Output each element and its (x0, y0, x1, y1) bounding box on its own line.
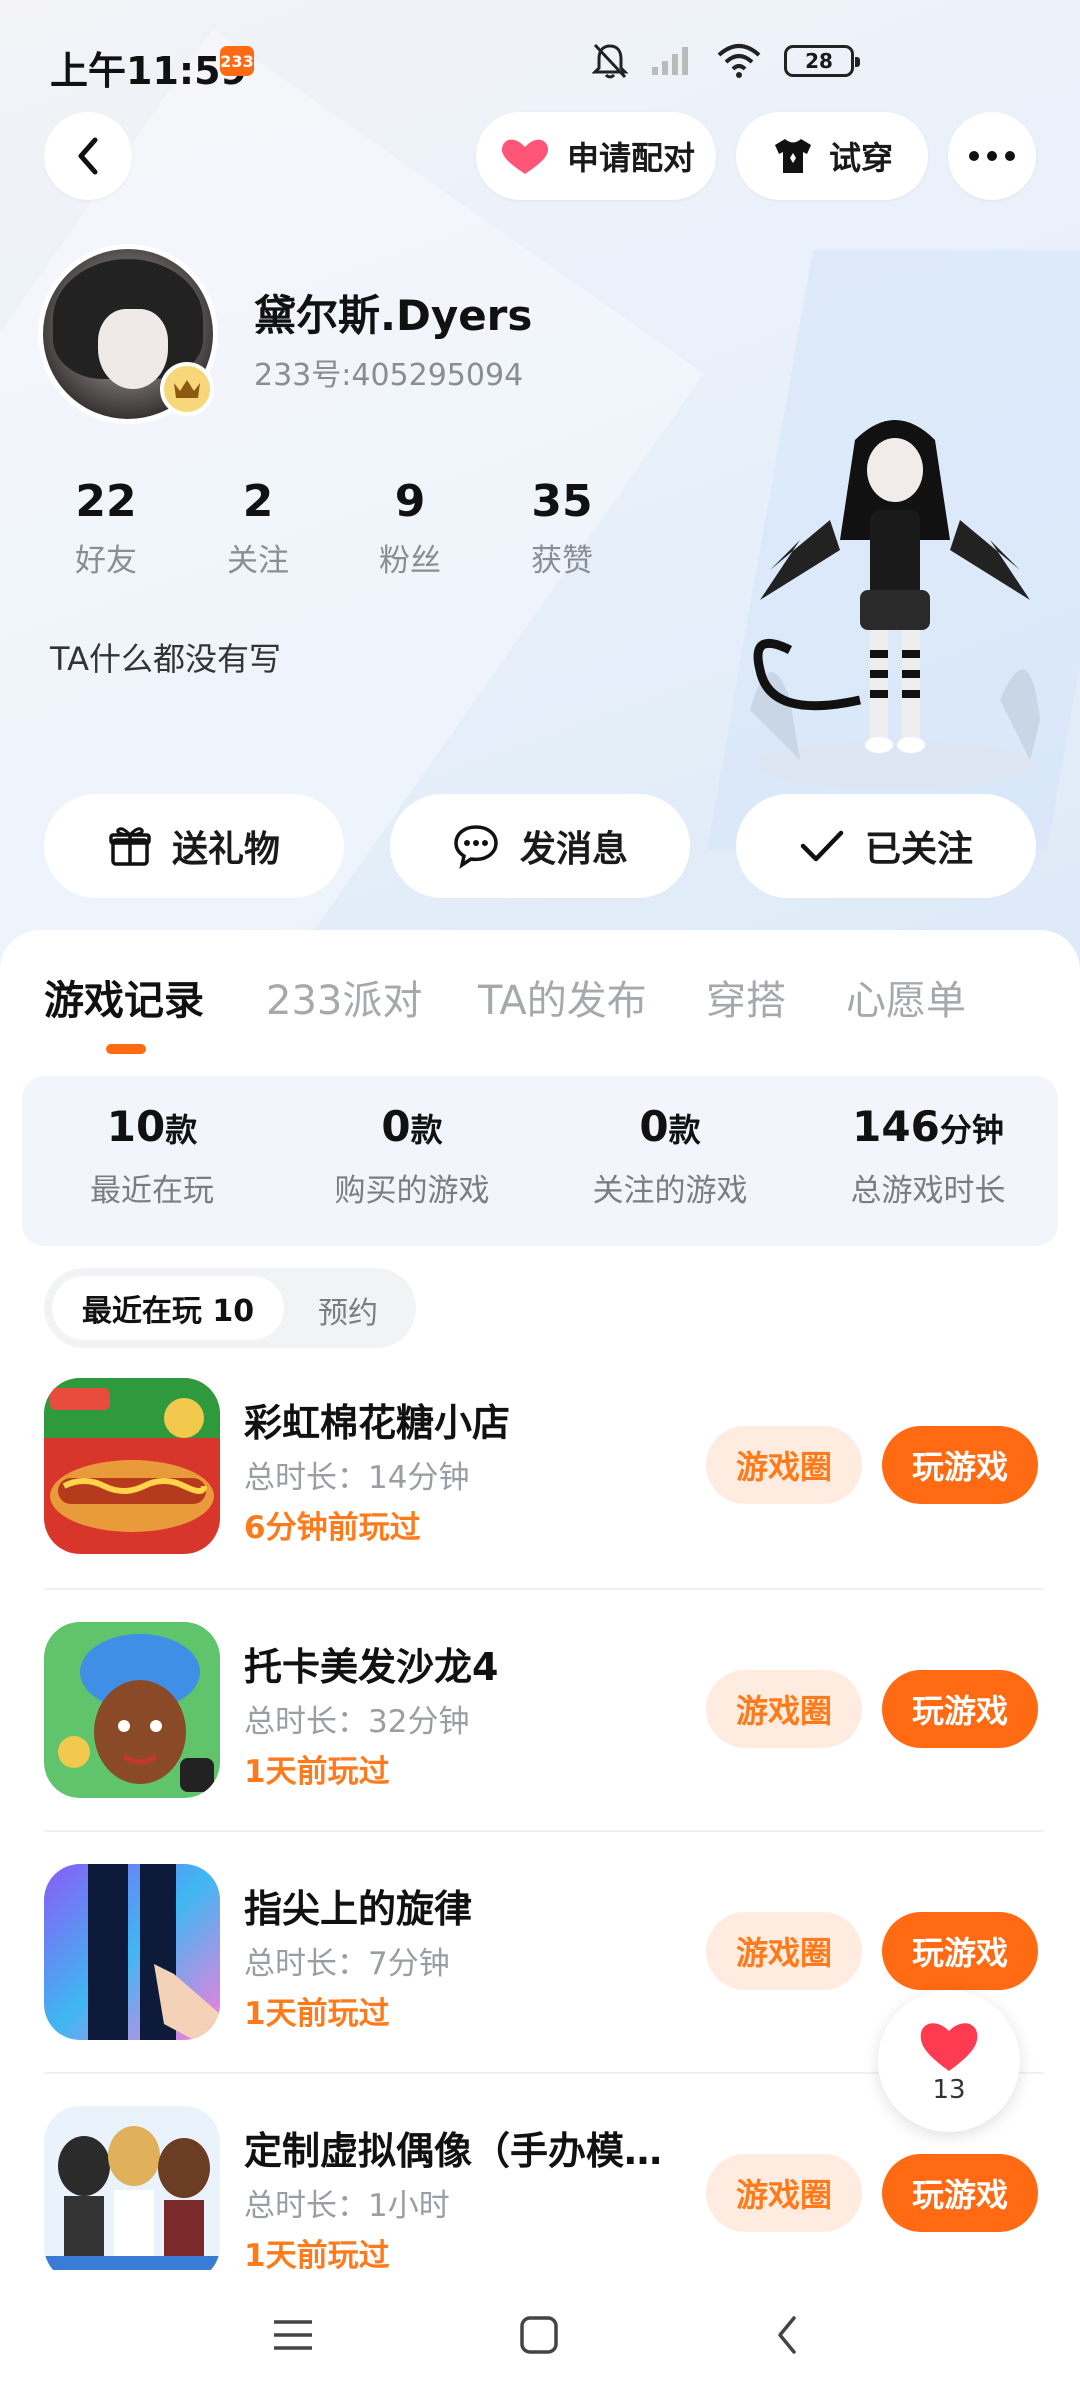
send-gift-label: 送礼物 (171, 829, 280, 870)
tab-outfits[interactable]: 穿搭 (706, 968, 786, 1026)
app-badge-icon: 233 (220, 46, 254, 76)
game-last-played: 1天前玩过 (244, 2238, 390, 2274)
game-circle-button[interactable]: 游戏圈 (706, 2154, 862, 2232)
game-name: 指尖上的旋律 (244, 1887, 473, 1931)
game-last-played: 6分钟前玩过 (244, 1510, 421, 1546)
tab-posts[interactable]: TA的发布 (478, 968, 647, 1026)
heart-icon (920, 2023, 978, 2071)
list-item[interactable]: 定制虚拟偶像（手办模… 总时长：1小时 1天前玩过 游戏圈 玩游戏 (44, 2106, 1044, 2286)
like-count: 13 (932, 2075, 966, 2105)
tab-game-records[interactable]: 游戏记录 (44, 968, 204, 1026)
pair-request-label: 申请配对 (566, 139, 695, 177)
game-icon-toca-hair-salon (44, 1622, 220, 1798)
send-message-label: 发消息 (519, 829, 628, 870)
home-button[interactable] (504, 2300, 574, 2370)
divider (44, 1830, 1044, 1832)
stat-friends[interactable]: 22 好友 (46, 476, 166, 580)
segment-reserve[interactable]: 预约 (318, 1288, 378, 1332)
play-game-button[interactable]: 玩游戏 (882, 2154, 1038, 2232)
like-button[interactable]: 13 (878, 1990, 1020, 2132)
play-game-button[interactable]: 玩游戏 (882, 1912, 1038, 1990)
send-message-button[interactable]: 发消息 (390, 794, 690, 898)
more-button[interactable] (948, 112, 1036, 200)
try-on-label: 试穿 (828, 139, 893, 177)
menu-icon (274, 2320, 312, 2350)
summary-total-time[interactable]: 146分钟 总游戏时长 (808, 1102, 1048, 1210)
divider (44, 1588, 1044, 1590)
status-time: 上午11:59 (50, 49, 247, 93)
game-duration: 总时长：7分钟 (244, 1946, 450, 1982)
tab-wishlist[interactable]: 心愿单 (846, 968, 966, 1026)
battery-icon: 28 (784, 45, 860, 77)
stat-following[interactable]: 2 关注 (198, 476, 318, 580)
play-game-button[interactable]: 玩游戏 (882, 1670, 1038, 1748)
chat-bubble-icon (454, 825, 498, 869)
username: 黛尔斯.Dyers (254, 291, 533, 340)
stat-likes[interactable]: 35 获赞 (502, 476, 622, 580)
recent-apps-button[interactable] (258, 2300, 328, 2370)
signal-icon (652, 47, 688, 75)
game-last-played: 1天前玩过 (244, 1754, 390, 1790)
following-label: 已关注 (864, 829, 973, 870)
segment-recent[interactable]: 最近在玩 10 (52, 1276, 284, 1340)
status-bar: 上午11:59 233 28 (0, 0, 1080, 120)
character-avatar-figure[interactable] (730, 400, 1060, 800)
bio-text: TA什么都没有写 (50, 640, 281, 678)
pair-request-button[interactable]: 申请配对 (476, 112, 716, 200)
summary-purchased[interactable]: 0款 购买的游戏 (292, 1102, 532, 1210)
chevron-left-icon (778, 2316, 796, 2354)
crown-icon (160, 362, 214, 416)
game-duration: 总时长：14分钟 (244, 1460, 470, 1496)
tshirt-icon (774, 139, 811, 173)
game-circle-button[interactable]: 游戏圈 (706, 1670, 862, 1748)
more-dots-icon (969, 151, 1015, 161)
square-icon (520, 2316, 558, 2354)
game-summary-panel: 10款 最近在玩 0款 购买的游戏 0款 关注的游戏 146分钟 总游戏时长 (22, 1076, 1058, 1246)
game-name: 彩虹棉花糖小店 (244, 1401, 511, 1445)
summary-recent[interactable]: 10款 最近在玩 (32, 1102, 272, 1210)
following-button[interactable]: 已关注 (736, 794, 1036, 898)
game-duration: 总时长：1小时 (244, 2188, 450, 2224)
bell-off-icon (592, 43, 628, 79)
system-nav-bar (0, 2270, 1080, 2400)
list-item[interactable]: 托卡美发沙龙4 总时长：32分钟 1天前玩过 游戏圈 玩游戏 (44, 1622, 1044, 1802)
game-name: 托卡美发沙龙4 (244, 1645, 499, 1689)
play-game-button[interactable]: 玩游戏 (882, 1426, 1038, 1504)
game-duration: 总时长：32分钟 (244, 1704, 470, 1740)
back-nav-button[interactable] (752, 2300, 822, 2370)
game-circle-button[interactable]: 游戏圈 (706, 1426, 862, 1504)
summary-followed[interactable]: 0款 关注的游戏 (550, 1102, 790, 1210)
game-last-played: 1天前玩过 (244, 1996, 390, 2032)
game-icon-custom-idol (44, 2106, 220, 2282)
wifi-icon (717, 44, 761, 78)
game-name: 定制虚拟偶像（手办模… (244, 2129, 663, 2173)
check-icon (800, 830, 844, 862)
user-id: 233号:405295094 (254, 358, 524, 393)
gift-icon (109, 827, 151, 866)
game-icon-piano-tiles (44, 1864, 220, 2040)
heart-icon (501, 139, 548, 174)
stat-fans[interactable]: 9 粉丝 (350, 476, 470, 580)
tab-indicator (106, 1044, 146, 1054)
send-gift-button[interactable]: 送礼物 (44, 794, 344, 898)
chevron-left-icon (78, 137, 98, 175)
tab-233-party[interactable]: 233派对 (266, 968, 422, 1026)
list-item[interactable]: 彩虹棉花糖小店 总时长：14分钟 6分钟前玩过 游戏圈 玩游戏 (44, 1378, 1044, 1558)
game-filter-segment: 最近在玩 10 预约 (44, 1268, 416, 1348)
game-circle-button[interactable]: 游戏圈 (706, 1912, 862, 1990)
game-icon-rainbow-shop (44, 1378, 220, 1554)
back-button[interactable] (44, 112, 132, 200)
try-on-button[interactable]: 试穿 (736, 112, 928, 200)
